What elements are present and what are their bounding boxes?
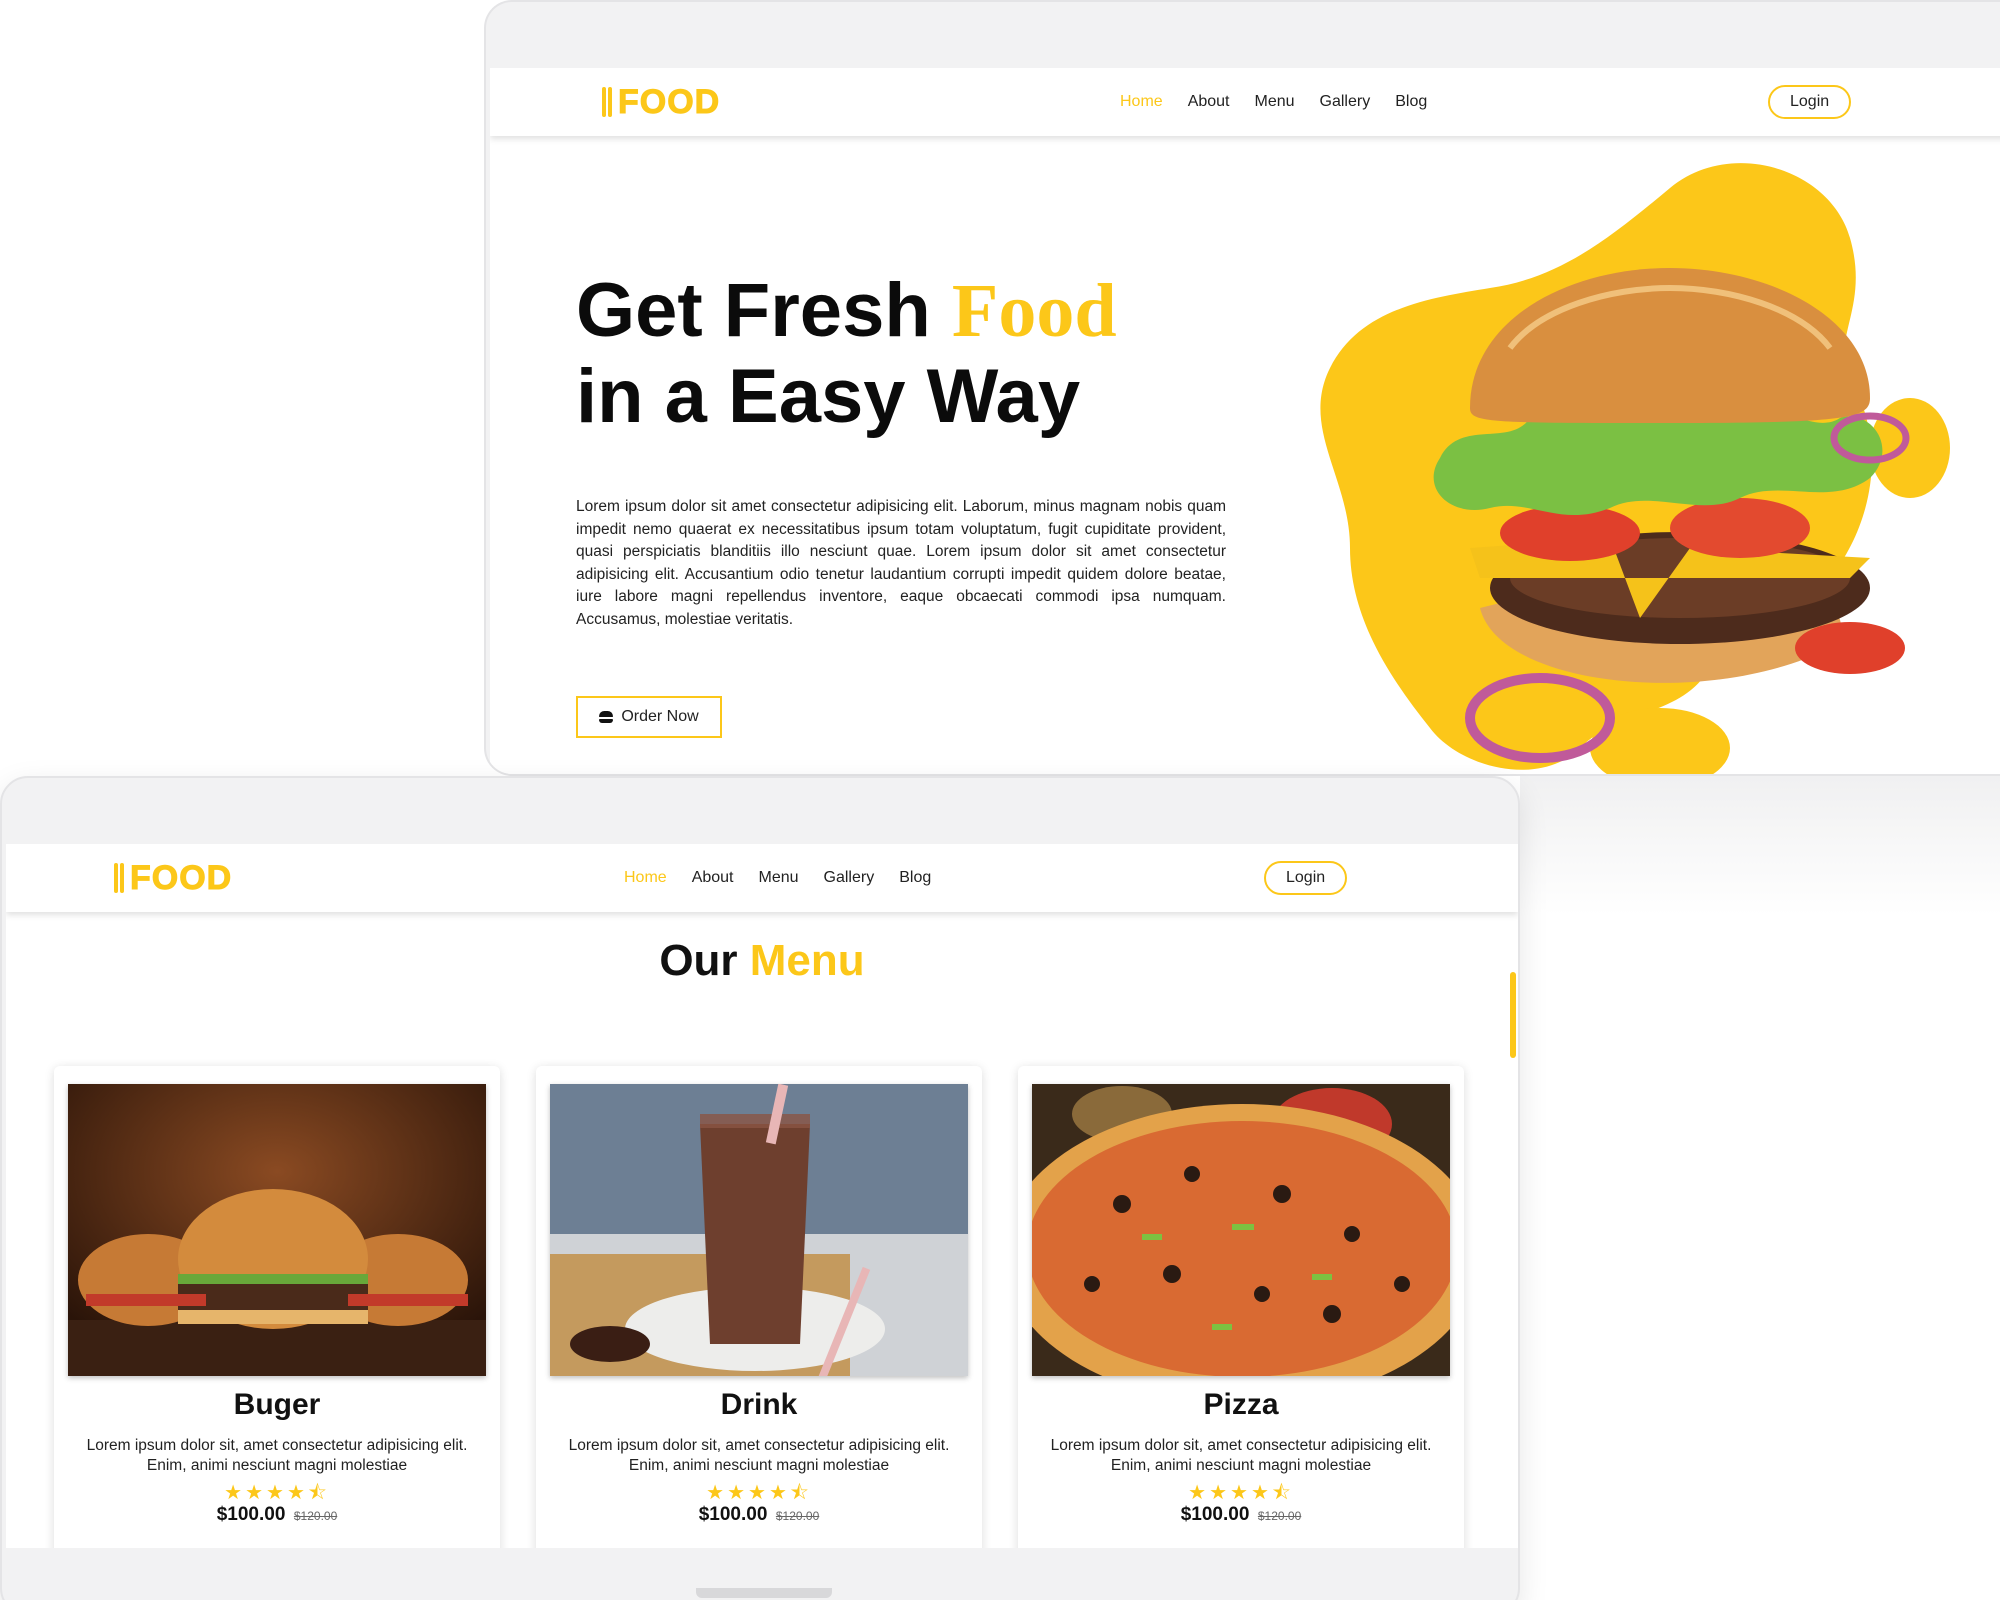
fork-knife-icon [600, 87, 614, 117]
logo-text: FOOD [129, 858, 233, 897]
card-title: Drink [720, 1388, 798, 1421]
nav-home[interactable]: Home [1120, 93, 1163, 111]
scrollbar-thumb[interactable] [1510, 972, 1516, 1058]
nav-about[interactable]: About [1188, 93, 1230, 111]
bottom-logo[interactable]: FOOD [112, 858, 233, 898]
top-screen: FOOD Home About Menu Gallery Blog Login … [490, 68, 2000, 774]
price-current: $100.00 [1180, 1504, 1250, 1525]
top-device-frame: FOOD Home About Menu Gallery Blog Login … [484, 0, 2000, 776]
hero-title-line2: in a Easy Way [576, 354, 1081, 439]
price-old: $120.00 [293, 1509, 338, 1523]
nav-blog[interactable]: Blog [1395, 93, 1427, 111]
card-description: Lorem ipsum dolor sit, amet consectetur … [568, 1437, 950, 1474]
menu-title-accent: Menu [749, 936, 865, 985]
price-old: $120.00 [1257, 1509, 1302, 1523]
drink-photo [550, 1084, 968, 1376]
menu-card-burger[interactable]: Buger Lorem ipsum dolor sit, amet consec… [54, 1066, 500, 1548]
menu-card-drink[interactable]: Drink Lorem ipsum dolor sit, amet consec… [536, 1066, 982, 1548]
monitor-stand [696, 1588, 832, 1598]
card-description: Lorem ipsum dolor sit, amet consectetur … [1050, 1437, 1432, 1474]
burger-icon [599, 711, 614, 723]
nav-menu[interactable]: Menu [759, 869, 799, 887]
menu-section-title: Our Menu [6, 936, 1518, 986]
top-logo[interactable]: FOOD [600, 82, 721, 122]
top-navbar: FOOD Home About Menu Gallery Blog Login [490, 68, 2000, 136]
nav-gallery[interactable]: Gallery [824, 869, 875, 887]
menu-card-pizza[interactable]: Pizza Lorem ipsum dolor sit, amet consec… [1018, 1066, 1464, 1548]
pizza-photo [1032, 1084, 1450, 1376]
card-title: Pizza [1203, 1388, 1279, 1421]
hero-title-accent: Food [951, 269, 1117, 353]
menu-title-part1: Our [659, 936, 750, 985]
order-now-button[interactable]: Order Now [576, 696, 722, 738]
nav-gallery[interactable]: Gallery [1320, 93, 1371, 111]
burger-photo [68, 1084, 486, 1376]
nav-menu[interactable]: Menu [1255, 93, 1295, 111]
card-price: $100.00 $120.00 [54, 1504, 500, 1526]
fork-knife-icon [112, 863, 126, 893]
hero-title-part1: Get Fresh [576, 268, 952, 353]
hero-title: Get Fresh Food in a Easy Way [576, 268, 1117, 440]
card-title: Buger [233, 1388, 321, 1421]
hero-paragraph: Lorem ipsum dolor sit amet consectetur a… [576, 498, 1226, 628]
price-current: $100.00 [216, 1504, 286, 1525]
login-button[interactable]: Login [1768, 85, 1852, 119]
login-button[interactable]: Login [1264, 861, 1348, 895]
hero-burger-illustration [1320, 163, 1950, 774]
frame-reflection [1520, 776, 2000, 916]
price-old: $120.00 [775, 1509, 820, 1523]
nav-about[interactable]: About [692, 869, 734, 887]
bottom-nav-links: Home About Menu Gallery Blog [624, 869, 931, 887]
price-current: $100.00 [698, 1504, 768, 1525]
card-description: Lorem ipsum dolor sit, amet consectetur … [86, 1437, 468, 1474]
nav-blog[interactable]: Blog [899, 869, 931, 887]
bottom-device-frame: FOOD Home About Menu Gallery Blog Login … [0, 776, 1520, 1600]
top-nav-links: Home About Menu Gallery Blog [1120, 93, 1427, 111]
card-price: $100.00 $120.00 [536, 1504, 982, 1526]
nav-home[interactable]: Home [624, 869, 667, 887]
bottom-navbar: FOOD Home About Menu Gallery Blog Login [6, 844, 1518, 912]
bottom-screen: FOOD Home About Menu Gallery Blog Login … [6, 844, 1518, 1548]
order-now-label: Order Now [621, 708, 699, 725]
logo-text: FOOD [617, 82, 721, 121]
card-price: $100.00 $120.00 [1018, 1504, 1464, 1526]
